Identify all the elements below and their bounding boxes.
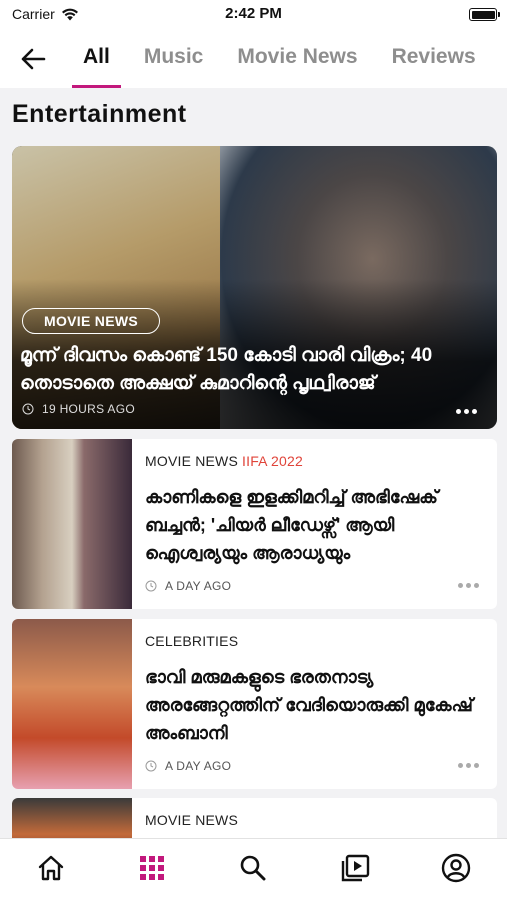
tab-categories[interactable] [132, 848, 172, 888]
clock-icon [145, 580, 157, 592]
hero-time-label: 19 HOURS AGO [42, 402, 135, 416]
article-body: CELEBRITIES ഭാവി മരുമകളുടെ ഭരതനാട്യ അരങ്… [145, 633, 485, 747]
video-icon [341, 854, 370, 881]
article-body: MOVIE NEWS [145, 812, 485, 828]
search-icon [241, 855, 266, 880]
time-label: A DAY AGO [165, 579, 232, 593]
category-label[interactable]: MOVIE NEWS [145, 812, 238, 828]
tab-search[interactable] [233, 848, 273, 888]
back-button[interactable] [0, 30, 66, 88]
grid-icon [140, 855, 165, 880]
clock-icon [145, 760, 157, 772]
more-options-icon[interactable] [458, 583, 479, 588]
battery-icon [469, 8, 500, 21]
profile-icon [442, 853, 471, 882]
article-body: MOVIE NEWS IIFA 2022 കാണികളെ ഇളക്കിമറിച്ച… [145, 453, 485, 567]
tab-all[interactable]: All [66, 30, 127, 88]
clock: 2:42 PM [225, 5, 282, 22]
category-label[interactable]: MOVIE NEWS [145, 453, 238, 469]
category-label[interactable]: CELEBRITIES [145, 633, 238, 649]
clock-icon [22, 403, 34, 415]
top-navigation: All Music Movie News Reviews [0, 30, 507, 88]
article-card[interactable]: MOVIE NEWS IIFA 2022 കാണികളെ ഇളക്കിമറിച്ച… [12, 439, 497, 609]
arrow-left-icon [21, 48, 46, 70]
hero-category-badge[interactable]: MOVIE NEWS [22, 308, 161, 334]
article-card[interactable]: CELEBRITIES ഭാവി മരുമകളുടെ ഭരതനാട്യ അരങ്… [12, 619, 497, 789]
tab-videos[interactable] [335, 848, 375, 888]
hero-timestamp: 19 HOURS AGO [22, 402, 135, 416]
tab-music[interactable]: Music [127, 30, 221, 88]
category-tabs: All Music Movie News Reviews [66, 30, 507, 88]
tab-movie-news[interactable]: Movie News [220, 30, 374, 88]
tab-profile[interactable] [436, 848, 476, 888]
article-category: CELEBRITIES [145, 633, 485, 649]
article-thumbnail [12, 619, 132, 789]
article-timestamp: A DAY AGO [145, 759, 231, 773]
topic-tag[interactable]: IIFA 2022 [242, 453, 303, 469]
home-icon [38, 855, 63, 880]
time-label: A DAY AGO [165, 759, 232, 773]
article-thumbnail [12, 439, 132, 609]
article-title: കാണികളെ ഇളക്കിമറിച്ച് അഭിഷേക് ബച്ചൻ; 'ചി… [145, 487, 438, 563]
bottom-tab-bar [0, 838, 507, 900]
hero-article-card[interactable]: MOVIE NEWS മൂന്ന് ദിവസം കൊണ്ട് 150 കോടി … [12, 146, 497, 429]
hero-more-icon[interactable] [456, 409, 477, 414]
tab-reviews[interactable]: Reviews [375, 30, 493, 88]
article-category: MOVIE NEWS IIFA 2022 [145, 453, 485, 469]
more-options-icon[interactable] [458, 763, 479, 768]
status-bar: Carrier 2:42 PM [0, 0, 507, 30]
section-title: Entertainment [12, 100, 187, 128]
article-timestamp: A DAY AGO [145, 579, 231, 593]
article-category: MOVIE NEWS [145, 812, 485, 828]
hero-title: മൂന്ന് ദിവസം കൊണ്ട് 150 കോടി വാരി വിക്രം… [20, 345, 433, 394]
tab-home[interactable] [31, 848, 71, 888]
article-title: ഭാവി മരുമകളുടെ ഭരതനാട്യ അരങ്ങേറ്റത്തിന് … [145, 667, 473, 743]
